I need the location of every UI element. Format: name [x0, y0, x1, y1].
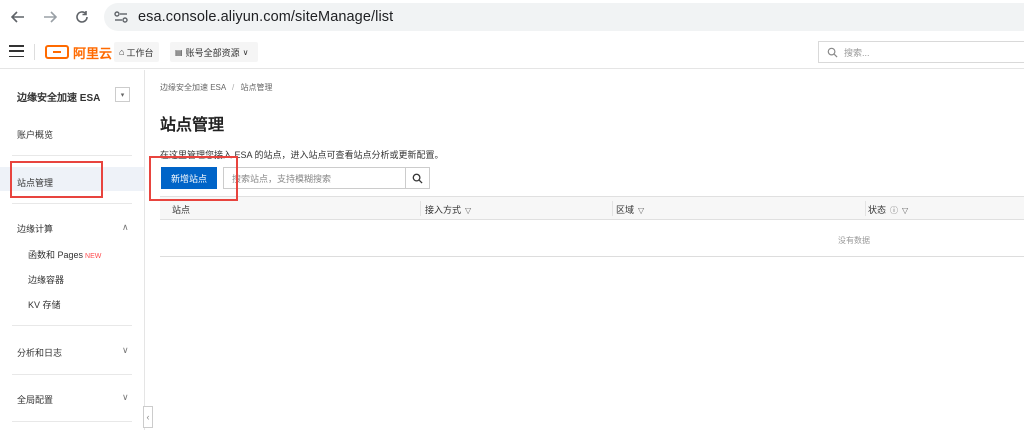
table-bottom-border: [160, 256, 1024, 257]
sidebar-product-title: 边缘安全加速 ESA: [17, 93, 101, 104]
console-topbar: 阿里云 ⌂ 工作台 ▤ 账号全部资源 ∨ 搜索...: [0, 36, 1024, 69]
column-divider: [420, 201, 421, 216]
breadcrumb-current: 站点管理: [240, 83, 273, 92]
home-icon: ⌂: [119, 47, 125, 57]
global-search-placeholder: 搜索...: [844, 47, 870, 58]
filter-icon[interactable]: ▽: [902, 206, 908, 215]
breadcrumb: 边缘安全加速 ESA / 站点管理: [160, 82, 273, 93]
resource-icon: ▤: [175, 47, 183, 57]
divider: [12, 421, 132, 422]
sidebar-item-overview[interactable]: 账户概览: [17, 128, 53, 141]
filter-icon[interactable]: ▽: [638, 206, 644, 215]
column-divider: [865, 201, 866, 216]
page-title: 站点管理: [160, 117, 225, 134]
global-search-input[interactable]: 搜索...: [818, 41, 1024, 63]
column-status-label: 状态: [868, 205, 887, 215]
reload-icon[interactable]: [72, 7, 92, 27]
sidebar-collapse-button[interactable]: ‹: [143, 406, 153, 428]
product-switch-button[interactable]: ▾: [115, 87, 130, 102]
sidebar-group-analytics-logs[interactable]: 分析和日志: [17, 346, 62, 359]
divider: [34, 44, 35, 60]
address-bar[interactable]: esa.console.aliyun.com/siteManage/list: [104, 3, 1024, 31]
menu-icon[interactable]: [9, 45, 24, 57]
site-settings-icon[interactable]: [113, 9, 129, 25]
site-search-input[interactable]: 搜索站点，支持模糊搜索: [223, 167, 430, 189]
chevron-down-icon: ∨: [242, 47, 249, 57]
highlight-box-add-site: [149, 156, 238, 201]
column-site: 站点: [172, 205, 191, 215]
workbench-button[interactable]: ⌂ 工作台: [114, 42, 159, 62]
logo-text: 阿里云: [73, 45, 113, 61]
workbench-label: 工作台: [126, 47, 154, 58]
column-access-method-label: 接入方式: [425, 205, 462, 215]
aliyun-logo[interactable]: 阿里云: [45, 43, 112, 61]
resource-selector[interactable]: ▤ 账号全部资源 ∨: [170, 42, 258, 62]
divider: [12, 325, 132, 326]
search-button[interactable]: [405, 168, 429, 188]
search-icon: [412, 173, 423, 184]
column-divider: [612, 201, 613, 216]
highlight-box-sidebar: [10, 161, 103, 198]
filter-icon[interactable]: ▽: [465, 206, 471, 215]
table-header: 站点 接入方式 ▽ 区域 ▽ 状态 ⓘ ▽: [160, 196, 1024, 220]
back-icon[interactable]: [8, 7, 28, 27]
sidebar-item-edge-container[interactable]: 边缘容器: [28, 273, 64, 286]
resource-label: 账号全部资源: [185, 47, 240, 58]
column-access-method[interactable]: 接入方式 ▽: [425, 203, 471, 216]
chevron-down-icon[interactable]: ∨: [122, 345, 129, 356]
sidebar-group-global-config[interactable]: 全局配置: [17, 393, 53, 406]
help-icon[interactable]: ⓘ: [890, 206, 898, 215]
sidebar: 边缘安全加速 ESA ▾ 账户概览 站点管理 边缘计算 ∧ 函数和 Pages N…: [0, 70, 145, 430]
url-text: esa.console.aliyun.com/siteManage/list: [138, 9, 394, 25]
divider: [12, 155, 132, 156]
divider: [12, 203, 132, 204]
breadcrumb-product[interactable]: 边缘安全加速 ESA: [160, 83, 226, 92]
sidebar-item-functions-pages[interactable]: 函数和 Pages NEW: [28, 248, 101, 261]
chevron-up-icon[interactable]: ∧: [122, 222, 129, 233]
column-region[interactable]: 区域 ▽: [616, 203, 644, 216]
site-search-placeholder: 搜索站点，支持模糊搜索: [232, 173, 332, 184]
forward-icon[interactable]: [40, 7, 60, 27]
new-badge: NEW: [85, 253, 102, 260]
breadcrumb-separator: /: [232, 83, 235, 92]
browser-toolbar: esa.console.aliyun.com/siteManage/list: [0, 0, 1024, 34]
functions-pages-label: 函数和 Pages: [28, 250, 84, 260]
chevron-down-icon[interactable]: ∨: [122, 392, 129, 403]
sidebar-item-kv-storage[interactable]: KV 存储: [28, 298, 61, 311]
sidebar-group-edge-compute[interactable]: 边缘计算: [17, 222, 53, 235]
column-status[interactable]: 状态 ⓘ ▽: [868, 203, 908, 216]
divider: [12, 374, 132, 375]
empty-state-text: 没有数据: [838, 236, 870, 245]
search-icon: [827, 47, 838, 58]
chevron-left-icon: ‹: [146, 412, 150, 422]
column-region-label: 区域: [616, 205, 635, 215]
logo-mark-icon: [45, 45, 69, 59]
